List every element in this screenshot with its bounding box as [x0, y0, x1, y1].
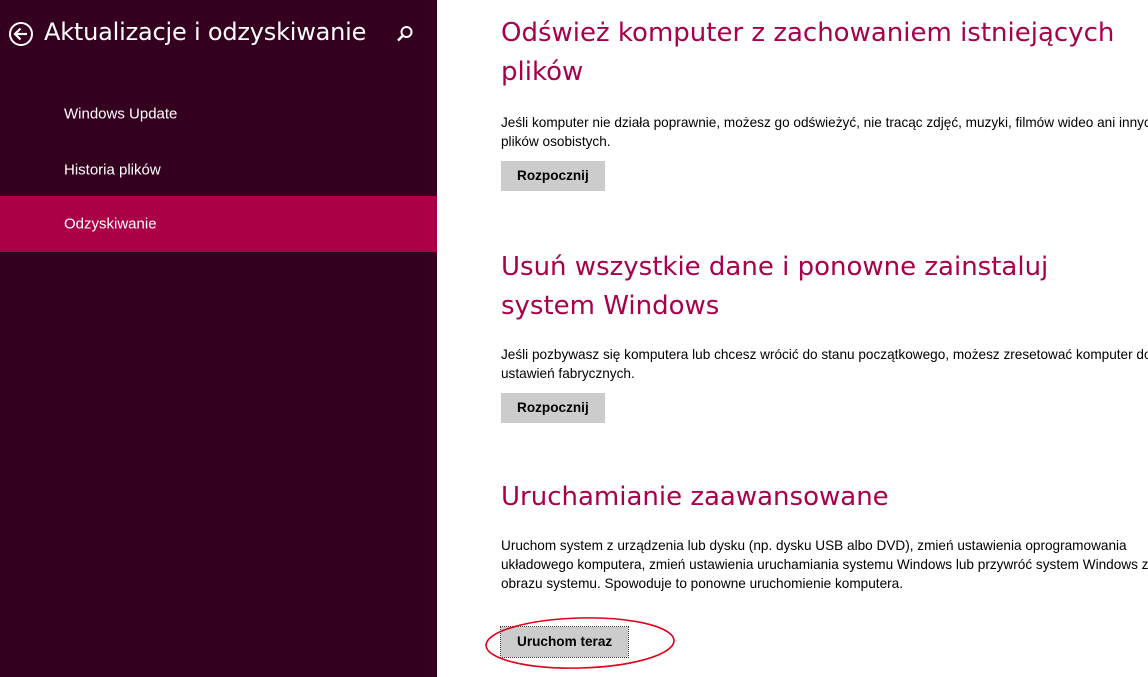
refresh-start-button[interactable]: Rozpocznij: [501, 161, 605, 191]
sidebar: Aktualizacje i odzyskiwanie Windows Upda…: [0, 0, 437, 677]
section-title-refresh: Odśwież komputer z zachowaniem istniejąc…: [501, 18, 1115, 87]
restart-now-button[interactable]: Uruchom teraz: [499, 626, 630, 658]
section-description-advanced-startup: Uruchom system z urządzenia lub dysku (n…: [501, 538, 1148, 591]
back-arrow-circle-icon[interactable]: [8, 21, 34, 47]
sidebar-item-windows-update[interactable]: Windows Update: [0, 86, 437, 142]
section-title-advanced-startup: Uruchamianie zaawansowane: [501, 482, 889, 512]
section-description-refresh: Jeśli komputer nie działa poprawnie, moż…: [501, 115, 1148, 149]
section-title-reset: Usuń wszystkie dane i ponowne zainstaluj…: [501, 252, 1049, 321]
sidebar-item-recovery[interactable]: Odzyskiwanie: [0, 196, 437, 252]
sidebar-item-file-history[interactable]: Historia plików: [0, 142, 437, 198]
sidebar-item-label: Windows Update: [64, 105, 178, 123]
reset-start-button[interactable]: Rozpocznij: [501, 393, 605, 423]
search-icon[interactable]: [395, 24, 415, 44]
pc-settings-window: Aktualizacje i odzyskiwanie Windows Upda…: [0, 0, 1148, 677]
sidebar-item-label: Historia plików: [64, 161, 161, 179]
pane-divider: [437, 0, 440, 677]
sidebar-item-label: Odzyskiwanie: [64, 215, 157, 233]
page-title: Aktualizacje i odzyskiwanie: [44, 18, 367, 46]
section-description-reset: Jeśli pozbywasz się komputera lub chcesz…: [501, 347, 1148, 381]
main-content: Odśwież komputer z zachowaniem istniejąc…: [499, 0, 1148, 677]
sidebar-header: Aktualizacje i odzyskiwanie: [0, 16, 437, 56]
